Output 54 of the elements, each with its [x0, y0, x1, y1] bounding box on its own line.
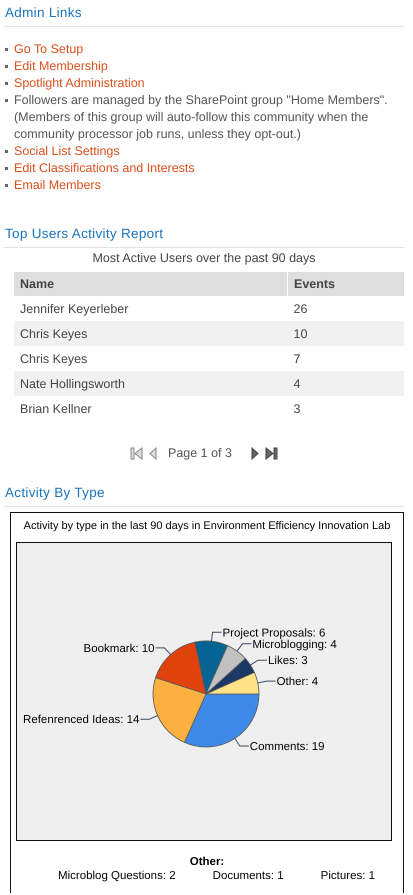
column-header: Name [14, 272, 288, 296]
leader-line [211, 632, 222, 642]
data-label: Microblogging: 4 [252, 638, 337, 651]
section-title: Activity By Type [4, 484, 404, 507]
section-title: Admin Links [4, 4, 404, 27]
bullet-icon [5, 65, 8, 68]
last-page-icon[interactable] [264, 446, 278, 460]
admin-link[interactable]: Email Members [14, 177, 101, 194]
data-label: Likes: 3 [268, 655, 308, 668]
chart-title: Activity by type in the last 90 days in Environment Efficiency Innovation Lab [22, 519, 392, 533]
admin-link[interactable]: Social List Settings [14, 143, 120, 160]
table-cell: Chris Keyes [14, 346, 288, 371]
leader-line [155, 647, 171, 656]
data-label: Bookmark: 10 [84, 642, 154, 655]
leader-line [236, 643, 252, 652]
other-item: Documents: 1 [212, 870, 284, 882]
previous-page-icon[interactable] [148, 446, 158, 460]
table-cell: 7 [288, 346, 404, 371]
other-title: Other: [188, 856, 226, 868]
bullet-icon [5, 167, 8, 170]
data-label: Refenrenced Ideas: 14 [23, 714, 140, 726]
data-label: Comments: 19 [250, 741, 325, 753]
page-indicator: Page 1 of 3 [168, 446, 232, 460]
data-label: Other: 4 [276, 676, 318, 688]
leader-line [250, 660, 268, 666]
bullet-icon [5, 99, 8, 102]
table-cell: 3 [288, 396, 404, 421]
report-caption: Most Active Users over the past 90 days [91, 250, 317, 266]
bullet-icon [5, 48, 8, 51]
table-cell: 4 [288, 371, 404, 396]
note-text: Followers are managed by the SharePoint group "Home Members". (Members of this group will auto-follow this community when the community processor job runs, unless they opt-out.) [14, 92, 389, 143]
bullet-icon [5, 184, 8, 187]
leader-line [257, 680, 276, 684]
leader-line [234, 738, 250, 746]
table-cell: Jennifer Keyerleber [14, 296, 288, 321]
column-header: Events [288, 272, 404, 296]
section-title: Top Users Activity Report [4, 225, 404, 248]
bullet-icon [5, 150, 8, 153]
first-page-icon[interactable] [130, 446, 144, 460]
admin-link[interactable]: Go To Setup [14, 41, 84, 58]
table-cell: Nate Hollingsworth [14, 371, 288, 396]
admin-link[interactable]: Spotlight Administration [14, 75, 145, 92]
other-item: Pictures: 1 [320, 870, 375, 882]
table-cell: Brian Kellner [14, 396, 288, 421]
table-cell: 26 [288, 296, 404, 321]
next-page-icon[interactable] [250, 446, 260, 460]
table-cell: Chris Keyes [14, 321, 288, 346]
data-label: Project Proposals: 6 [222, 627, 326, 640]
table-cell: 10 [288, 321, 404, 346]
bullet-icon [5, 82, 8, 85]
leader-line [140, 715, 158, 720]
other-item: Microblog Questions: 2 [58, 870, 176, 882]
admin-link[interactable]: Edit Membership [14, 58, 108, 75]
admin-link[interactable]: Edit Classifications and Interests [14, 160, 195, 177]
